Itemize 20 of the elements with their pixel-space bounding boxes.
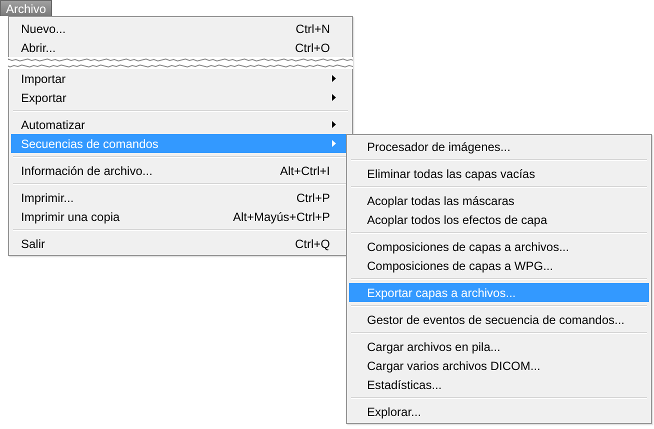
menu-item[interactable]: Composiciones de capas a WPG... [349, 256, 649, 275]
menu-item[interactable]: Automatizar [11, 115, 350, 134]
menu-item[interactable]: Nuevo... Ctrl+N [11, 19, 350, 38]
menu-item[interactable]: Acoplar todas las máscaras [349, 191, 649, 210]
menu-item[interactable]: Cargar varios archivos DICOM... [349, 356, 649, 375]
menu-item[interactable]: Imprimir una copia Alt+Mayús+Ctrl+P [11, 207, 350, 226]
menu-item[interactable]: Explorar... [349, 402, 649, 421]
menu-item[interactable]: Imprimir... Ctrl+P [11, 188, 350, 207]
menu-item[interactable]: Acoplar todos los efectos de capa [349, 210, 649, 229]
menu-item[interactable]: Estadísticas... [349, 375, 649, 394]
menu-item[interactable]: Salir Ctrl+Q [11, 234, 350, 253]
menu-item[interactable]: Cargar archivos en pila... [349, 337, 649, 356]
menu-item[interactable]: Abrir... Ctrl+O [11, 38, 350, 57]
menu-item[interactable]: Gestor de eventos de secuencia de comandos... [349, 310, 649, 329]
menu-item[interactable]: Exportar [11, 88, 350, 107]
menu-item[interactable]: Importar [11, 69, 350, 88]
menu-item[interactable]: Procesador de imágenes... [349, 137, 649, 156]
menu-item[interactable]: Eliminar todas las capas vacías [349, 164, 649, 183]
menu-item[interactable]: Composiciones de capas a archivos... [349, 237, 649, 256]
menu-item[interactable]: Información de archivo... Alt+Ctrl+I [11, 161, 350, 180]
